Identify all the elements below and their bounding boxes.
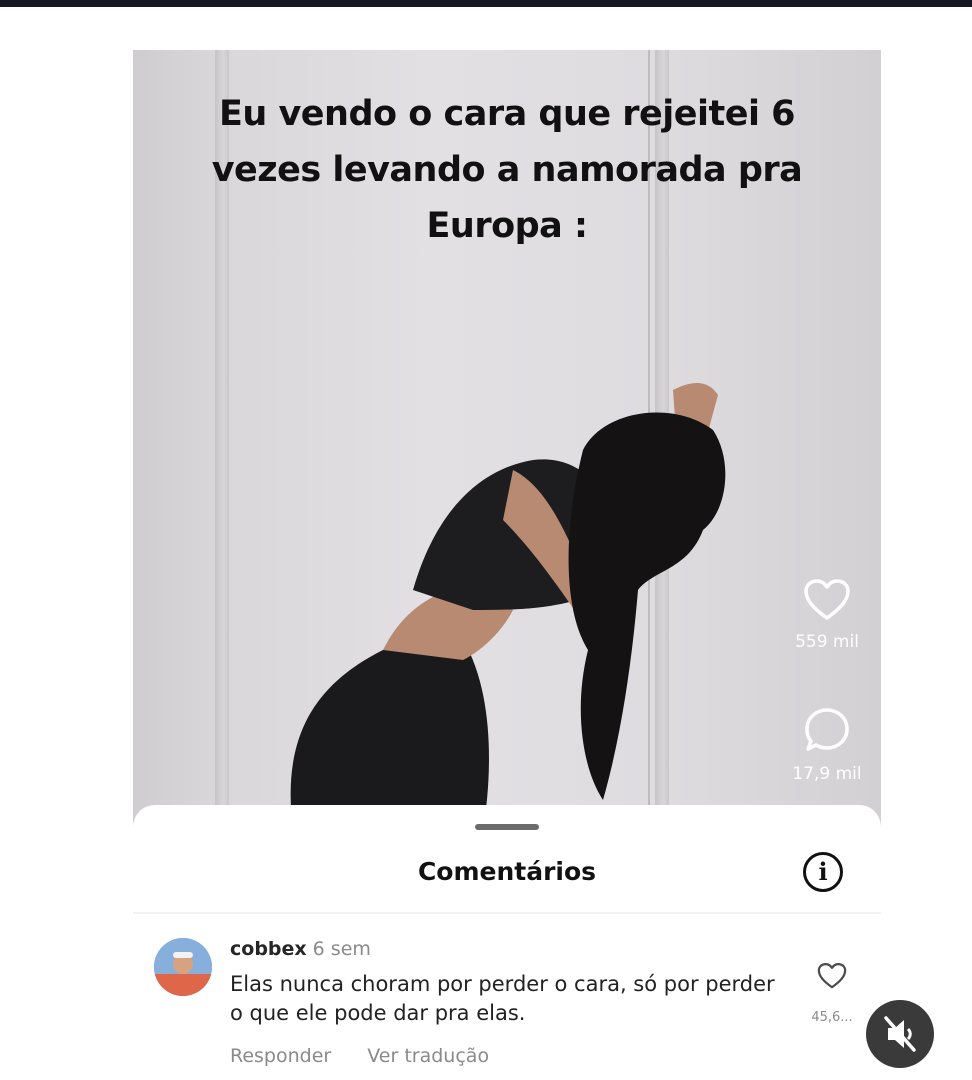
caption-line: Europa :	[426, 206, 589, 246]
comments-sheet: Comentários i	[133, 805, 881, 915]
reply-button[interactable]: Responder	[230, 1045, 331, 1067]
mute-button[interactable]	[866, 1000, 934, 1068]
comment-actions: Responder Ver tradução	[230, 1045, 519, 1067]
speaker-muted-icon	[884, 1016, 916, 1052]
top-status-bar	[0, 0, 972, 7]
comment-header: cobbex 6 sem	[230, 938, 371, 960]
comment-like-button[interactable]: 45,6...	[806, 962, 858, 1025]
sheet-title: Comentários	[417, 857, 597, 886]
caption-line: Eu vendo o cara que rejeitei 6	[218, 94, 796, 134]
user-avatar-image	[154, 938, 212, 996]
reel-video[interactable]: Eu vendo o cara que rejeitei 6 vezes lev…	[133, 50, 881, 830]
comments-count: 17,9 mil	[792, 764, 862, 784]
likes-count: 559 mil	[795, 632, 859, 652]
heart-outline-icon	[804, 579, 850, 620]
heart-outline-icon	[817, 963, 847, 989]
comment-text: Elas nunca choram por perder o cara, só …	[230, 972, 775, 1025]
comment-action[interactable]: 17,9 mil	[787, 706, 867, 784]
video-caption: Eu vendo o cara que rejeitei 6 vezes lev…	[133, 86, 881, 254]
sheet-grabber-handle[interactable]	[475, 824, 539, 830]
caption-line: vezes levando a namorada pra	[211, 150, 803, 190]
like-action[interactable]: 559 mil	[787, 578, 867, 652]
info-icon[interactable]: i	[803, 852, 843, 892]
speech-bubble-icon	[805, 708, 849, 751]
avatar[interactable]	[154, 938, 212, 996]
comment-username[interactable]: cobbex	[230, 938, 307, 960]
divider	[133, 912, 881, 914]
translate-button[interactable]: Ver tradução	[367, 1045, 489, 1067]
comment-time: 6 sem	[312, 938, 371, 960]
comment-like-count: 45,6...	[811, 1010, 853, 1025]
